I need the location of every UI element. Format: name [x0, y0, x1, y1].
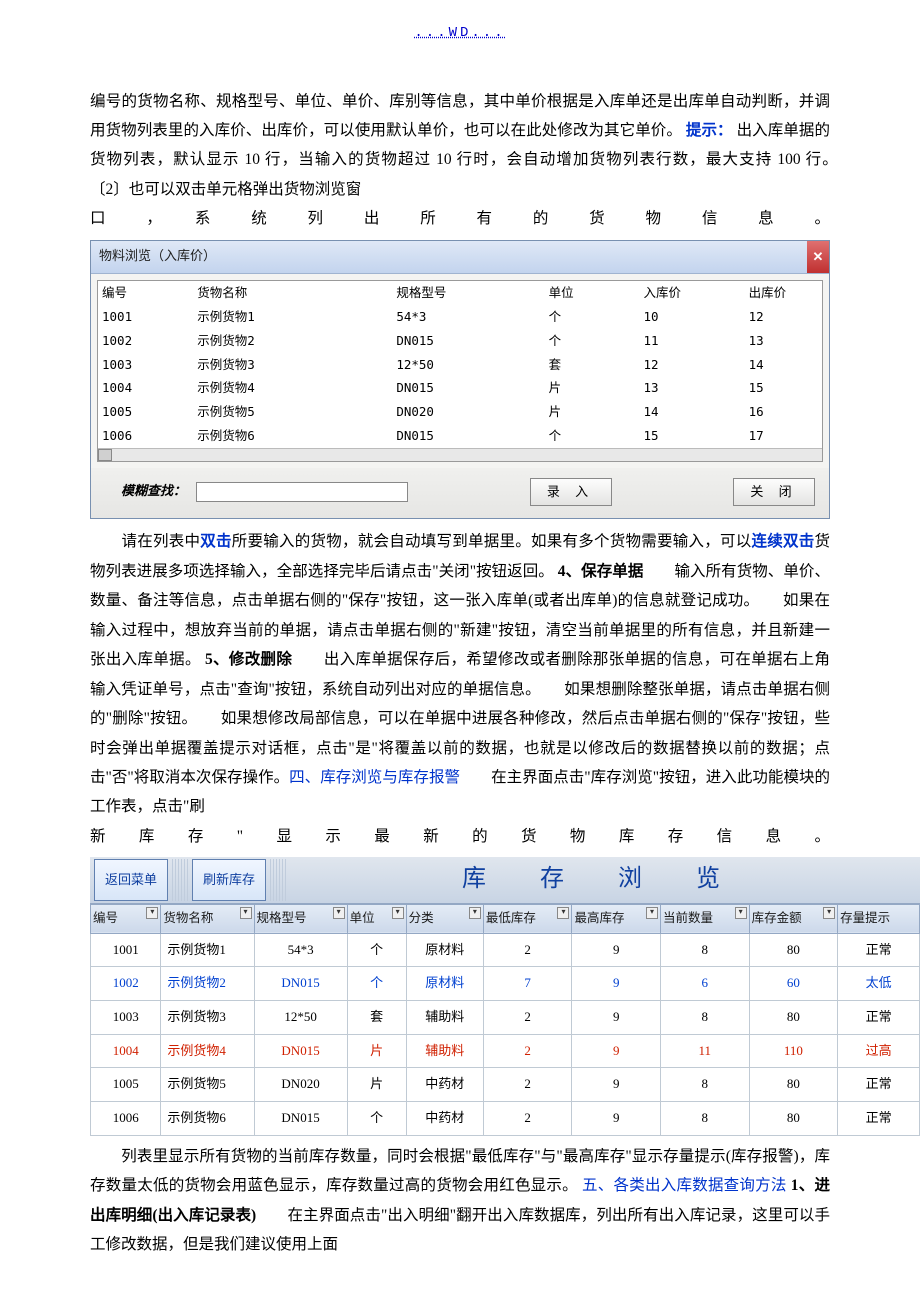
paragraph-block-3: 列表里显示所有货物的当前库存数量，同时会根据"最低库存"与"最高库存"显示存量提… [0, 1142, 920, 1260]
col[interactable]: 当前数量▾ [661, 904, 750, 933]
dialog-title-text: 物料浏览（入库价） [99, 249, 216, 264]
col[interactable]: 最低库存▾ [483, 904, 572, 933]
text: 请在列表中 [90, 533, 200, 550]
dialog-footer: 模糊查找： 录 入 关 闭 [91, 468, 829, 518]
table-row[interactable]: 1006示例货物6DN015个1517 [98, 424, 822, 448]
close-button[interactable]: 关 闭 [733, 478, 815, 506]
toolbar-divider [270, 859, 286, 901]
inventory-row[interactable]: 1003示例货物312*50套辅助料29880正常 [91, 1001, 920, 1035]
heading-5: 5、修改删除 [205, 651, 292, 668]
dropdown-icon[interactable]: ▾ [469, 907, 481, 919]
dialog-list: 编号 货物名称 规格型号 单位 入库价 出库价 1001示例货物154*3个10… [97, 280, 823, 462]
col-name: 货物名称 [193, 281, 392, 305]
table-row[interactable]: 1005示例货物5DN020片1416 [98, 400, 822, 424]
inventory-row[interactable]: 1001示例货物154*3个原材料29880正常 [91, 933, 920, 967]
scroll-left-icon[interactable] [98, 449, 112, 461]
col[interactable]: 规格型号▾ [254, 904, 347, 933]
section-4-title: 四、库存浏览与库存报警 [289, 769, 460, 786]
table-row[interactable]: 1003示例货物312*50套1214 [98, 353, 822, 377]
inventory-row[interactable]: 1006示例货物6DN015个中药材29880正常 [91, 1102, 920, 1136]
material-browse-dialog: 物料浏览（入库价） ✕ 编号 货物名称 规格型号 单位 入库价 出库价 1001… [90, 240, 830, 520]
col-id: 编号 [98, 281, 193, 305]
col-in: 入库价 [639, 281, 744, 305]
col[interactable]: 存量提示 [838, 904, 920, 933]
dropdown-icon[interactable]: ▾ [557, 907, 569, 919]
text: 出入库单据保存后，希望修改或者删除那张单据的信息，可在单据右上角输入凭证单号，点… [90, 651, 830, 786]
text-spread: 新 库 存 " 显 示 最 新 的 货 物 库 存 信 息 。 [90, 822, 830, 851]
inventory-row[interactable]: 1005示例货物5DN020片中药材29880正常 [91, 1068, 920, 1102]
dialog-titlebar: 物料浏览（入库价） ✕ [91, 241, 829, 275]
inventory-panel: 返回菜单 刷新库存 库 存 浏 览 编号▾ 货物名称▾ 规格型号▾ 单位▾ 分类… [90, 857, 920, 1135]
col-spec: 规格型号 [392, 281, 544, 305]
text: 所要输入的货物，就会自动填写到单据里。如果有多个货物需要输入，可以 [232, 533, 752, 550]
col[interactable]: 库存金额▾ [749, 904, 838, 933]
col[interactable]: 单位▾ [347, 904, 406, 933]
h-scrollbar[interactable] [98, 448, 822, 461]
dropdown-icon[interactable]: ▾ [392, 907, 404, 919]
dropdown-icon[interactable]: ▾ [735, 907, 747, 919]
col-unit: 单位 [545, 281, 640, 305]
inventory-row-high[interactable]: 1004示例货物4DN015片辅助料2911110过高 [91, 1034, 920, 1068]
col[interactable]: 分类▾ [406, 904, 483, 933]
dropdown-icon[interactable]: ▾ [333, 907, 345, 919]
dropdown-icon[interactable]: ▾ [240, 907, 252, 919]
col[interactable]: 最高库存▾ [572, 904, 661, 933]
table-row[interactable]: 1004示例货物4DN015片1315 [98, 376, 822, 400]
fuzzy-search-label: 模糊查找： [121, 480, 186, 505]
paragraph-block-1: 编号的货物名称、规格型号、单位、单价、库别等信息，其中单价根据是入库单还是出库单… [0, 87, 920, 234]
paragraph-block-2: 请在列表中双击所要输入的货物，就会自动填写到单据里。如果有多个货物需要输入，可以… [0, 527, 920, 851]
tip-label: 提示： [686, 122, 733, 139]
text-spread: 口 ， 系 统 列 出 所 有 的 货 物 信 息 。 [90, 204, 830, 233]
enter-button[interactable]: 录 入 [530, 478, 612, 506]
col-out: 出库价 [745, 281, 822, 305]
inventory-toolbar: 返回菜单 刷新库存 库 存 浏 览 [90, 857, 920, 904]
inventory-title: 库 存 浏 览 [286, 857, 920, 903]
dropdown-icon[interactable]: ▾ [146, 907, 158, 919]
col[interactable]: 货物名称▾ [161, 904, 254, 933]
cont-click-label: 连续双击 [751, 533, 814, 550]
double-click-label: 双击 [200, 533, 232, 550]
dropdown-icon[interactable]: ▾ [823, 907, 835, 919]
section-5-title: 五、各类出入库数据查询方法 [582, 1177, 787, 1194]
back-menu-button[interactable]: 返回菜单 [94, 859, 168, 901]
refresh-inventory-button[interactable]: 刷新库存 [192, 859, 266, 901]
toolbar-divider [172, 859, 188, 901]
heading-4: 4、保存单据 [558, 563, 644, 580]
dropdown-icon[interactable]: ▾ [646, 907, 658, 919]
inventory-row-low[interactable]: 1002示例货物2DN015个原材料79660太低 [91, 967, 920, 1001]
table-header-row: 编号 货物名称 规格型号 单位 入库价 出库价 [98, 281, 822, 305]
table-row[interactable]: 1001示例货物154*3个1012 [98, 305, 822, 329]
inventory-table: 编号▾ 货物名称▾ 规格型号▾ 单位▾ 分类▾ 最低库存▾ 最高库存▾ 当前数量… [90, 904, 920, 1136]
inventory-header-row: 编号▾ 货物名称▾ 规格型号▾ 单位▾ 分类▾ 最低库存▾ 最高库存▾ 当前数量… [91, 904, 920, 933]
close-icon[interactable]: ✕ [807, 241, 829, 274]
table-row[interactable]: 1002示例货物2DN015个1113 [98, 329, 822, 353]
col[interactable]: 编号▾ [91, 904, 161, 933]
page-header-link[interactable]: ...WD... [0, 20, 920, 47]
fuzzy-search-input[interactable] [196, 482, 408, 502]
material-table: 编号 货物名称 规格型号 单位 入库价 出库价 1001示例货物154*3个10… [98, 281, 822, 447]
